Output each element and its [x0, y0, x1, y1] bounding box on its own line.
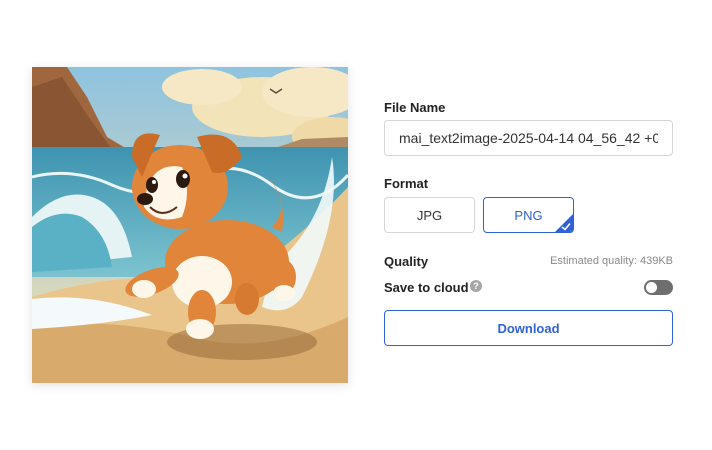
image-preview: [32, 67, 348, 383]
save-to-cloud-label: Save to cloud: [384, 280, 469, 295]
quality-label: Quality: [384, 254, 429, 269]
format-jpg-button[interactable]: JPG: [384, 197, 475, 233]
format-png-button[interactable]: PNG: [483, 197, 574, 233]
save-to-cloud-toggle[interactable]: [644, 280, 673, 295]
file-name-label: File Name: [384, 100, 446, 115]
dog-image: [32, 67, 348, 383]
toggle-knob: [646, 282, 657, 293]
quality-estimate: Estimated quality: 439KB: [550, 255, 673, 267]
selected-check-icon: [555, 214, 573, 232]
format-png-label: PNG: [514, 207, 543, 223]
question-circle-icon[interactable]: ?: [470, 280, 482, 292]
download-button[interactable]: Download: [384, 310, 673, 346]
format-label: Format: [384, 176, 429, 191]
format-jpg-label: JPG: [416, 207, 443, 223]
file-name-input[interactable]: [384, 120, 673, 156]
